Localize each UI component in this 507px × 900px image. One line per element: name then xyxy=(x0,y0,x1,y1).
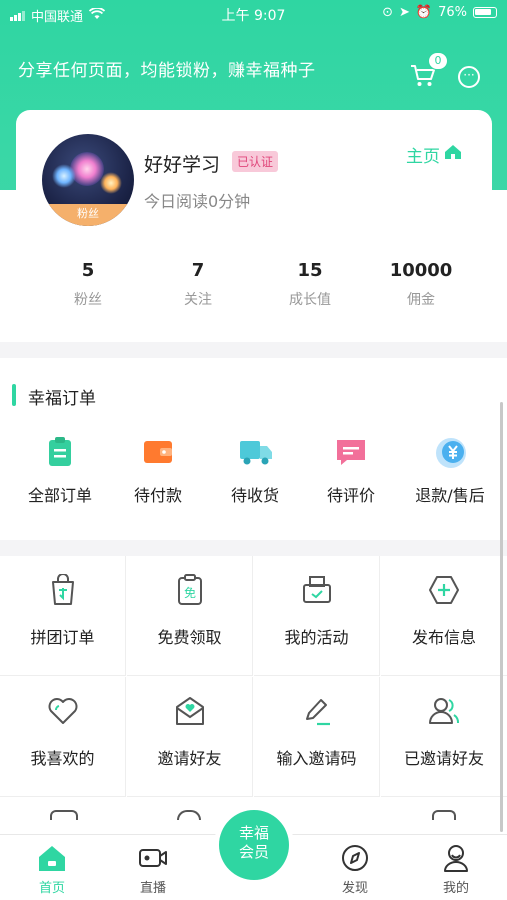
home-link-label: 主页 xyxy=(406,147,440,167)
stat-fans[interactable]: 5 粉丝 xyxy=(38,260,138,309)
order-all[interactable]: 全部订单 xyxy=(10,436,110,506)
stat-value: 7 xyxy=(191,260,205,281)
grid-item-publish[interactable]: 发布信息 xyxy=(381,556,507,676)
grid-item-invited-friends[interactable]: 已邀请好友 xyxy=(381,677,507,797)
order-label: 退款/售后 xyxy=(415,486,485,505)
video-camera-icon xyxy=(138,843,168,873)
group-buy-bag-icon xyxy=(47,573,79,606)
firework-graphic xyxy=(70,152,104,186)
order-label: 待付款 xyxy=(133,486,182,505)
partial-grid-icon xyxy=(177,810,201,820)
more-options-icon[interactable]: ··· xyxy=(458,66,480,88)
partial-grid-icon xyxy=(50,810,78,820)
scrollbar[interactable] xyxy=(500,402,503,832)
wallet-icon xyxy=(142,436,174,468)
stat-value: 10000 xyxy=(389,260,453,281)
truck-icon xyxy=(239,436,272,468)
stat-label: 佣金 xyxy=(407,292,435,308)
svg-text:免: 免 xyxy=(183,585,195,600)
order-pending-review[interactable]: 待评价 xyxy=(301,436,401,506)
tab-live[interactable]: 直播 xyxy=(113,843,193,896)
status-right: ⊙ ➤ ⏰ 76% xyxy=(382,5,497,20)
edit-pen-icon xyxy=(301,695,333,727)
activity-printer-icon xyxy=(301,574,333,606)
orders-section: 幸福订单 全部订单 待付款 待收货 待评价 退款/售后 xyxy=(0,358,507,540)
stat-value: 5 xyxy=(81,260,95,281)
grid-label: 拼团订单 xyxy=(30,628,95,647)
tab-label: 直播 xyxy=(139,881,166,896)
tab-home[interactable]: 首页 xyxy=(12,843,92,896)
firework-graphic xyxy=(52,164,76,188)
grid-item-group-buy[interactable]: 拼团订单 xyxy=(0,556,126,676)
tab-label: 首页 xyxy=(38,881,65,896)
grid-item-free-claim[interactable]: 免 免费领取 xyxy=(127,556,253,676)
grid-label: 我喜欢的 xyxy=(30,749,95,768)
home-page-link[interactable]: 主页 xyxy=(406,142,462,167)
order-label: 待收货 xyxy=(230,486,279,505)
user-name: 好好学习 xyxy=(144,154,221,176)
grid-label: 免费领取 xyxy=(157,628,222,647)
order-pending-receipt[interactable]: 待收货 xyxy=(205,436,305,506)
stat-growth[interactable]: 15 成长值 xyxy=(260,260,360,309)
home-icon xyxy=(37,843,67,873)
avatar-label: 粉丝 xyxy=(42,204,134,226)
tab-discover[interactable]: 发现 xyxy=(315,843,395,896)
verified-badge: 已认证 xyxy=(232,151,279,172)
comment-icon xyxy=(335,436,367,468)
services-grid: 拼团订单 免 免费领取 我的活动 发布信息 我喜欢的 邀请好友 输入邀请码 已邀… xyxy=(0,556,507,836)
status-bar: 中国联通 上午 9:07 ⊙ ➤ ⏰ 76% xyxy=(0,0,507,28)
stat-following[interactable]: 7 关注 xyxy=(148,260,248,309)
invited-users-icon xyxy=(428,695,460,727)
yen-refund-icon xyxy=(434,436,466,468)
cart-count-badge: 0 xyxy=(428,52,448,70)
stat-label: 关注 xyxy=(184,292,212,308)
tab-label: 我的 xyxy=(442,881,469,896)
order-pending-payment[interactable]: 待付款 xyxy=(108,436,208,506)
stats-row: 5 粉丝 7 关注 15 成长值 10000 佣金 xyxy=(0,260,507,320)
battery-icon xyxy=(473,7,497,18)
grid-label: 输入邀请码 xyxy=(276,749,357,768)
orientation-lock-icon: ⊙ xyxy=(382,5,393,20)
free-ticket-icon: 免 xyxy=(174,574,206,606)
grid-label: 我的活动 xyxy=(284,628,349,647)
clipboard-icon xyxy=(44,436,76,468)
alarm-icon: ⏰ xyxy=(415,5,433,20)
vip-label-line1: 幸福 xyxy=(238,824,269,842)
vip-label-line2: 会员 xyxy=(238,843,269,861)
grid-label: 已邀请好友 xyxy=(403,749,484,768)
grid-label: 发布信息 xyxy=(411,628,476,647)
grid-item-invite-friends[interactable]: 邀请好友 xyxy=(127,677,253,797)
compass-icon xyxy=(340,843,370,873)
house-icon xyxy=(444,144,462,165)
partial-grid-icon xyxy=(432,810,456,820)
order-label: 待评价 xyxy=(326,486,375,505)
avatar[interactable]: 粉丝 xyxy=(42,134,134,226)
grid-label: 邀请好友 xyxy=(157,749,222,768)
battery-percent: 76% xyxy=(438,5,467,20)
section-accent-bar xyxy=(12,384,16,406)
reading-time: 今日阅读0分钟 xyxy=(144,192,251,211)
vip-member-button[interactable]: 幸福 会员 xyxy=(219,810,289,880)
heart-icon xyxy=(47,695,79,727)
orders-title: 幸福订单 xyxy=(28,389,96,409)
stat-label: 粉丝 xyxy=(74,292,102,308)
stat-commission[interactable]: 10000 佣金 xyxy=(371,260,471,309)
order-refund[interactable]: 退款/售后 xyxy=(400,436,500,506)
grid-item-enter-invite-code[interactable]: 输入邀请码 xyxy=(254,677,380,797)
firework-graphic xyxy=(100,172,122,194)
share-banner-text[interactable]: 分享任何页面，均能锁粉，赚幸福种子 xyxy=(18,56,316,81)
stat-value: 15 xyxy=(297,260,323,281)
tab-label: 发现 xyxy=(341,881,368,896)
grid-item-favorites[interactable]: 我喜欢的 xyxy=(0,677,126,797)
stat-label: 成长值 xyxy=(289,292,331,308)
tab-mine[interactable]: 我的 xyxy=(416,843,496,896)
publish-plus-icon xyxy=(428,574,460,606)
profile-icon xyxy=(441,843,471,873)
grid-item-my-activities[interactable]: 我的活动 xyxy=(254,556,380,676)
invite-envelope-icon xyxy=(174,695,206,727)
order-label: 全部订单 xyxy=(27,486,92,505)
location-icon: ➤ xyxy=(399,5,410,20)
